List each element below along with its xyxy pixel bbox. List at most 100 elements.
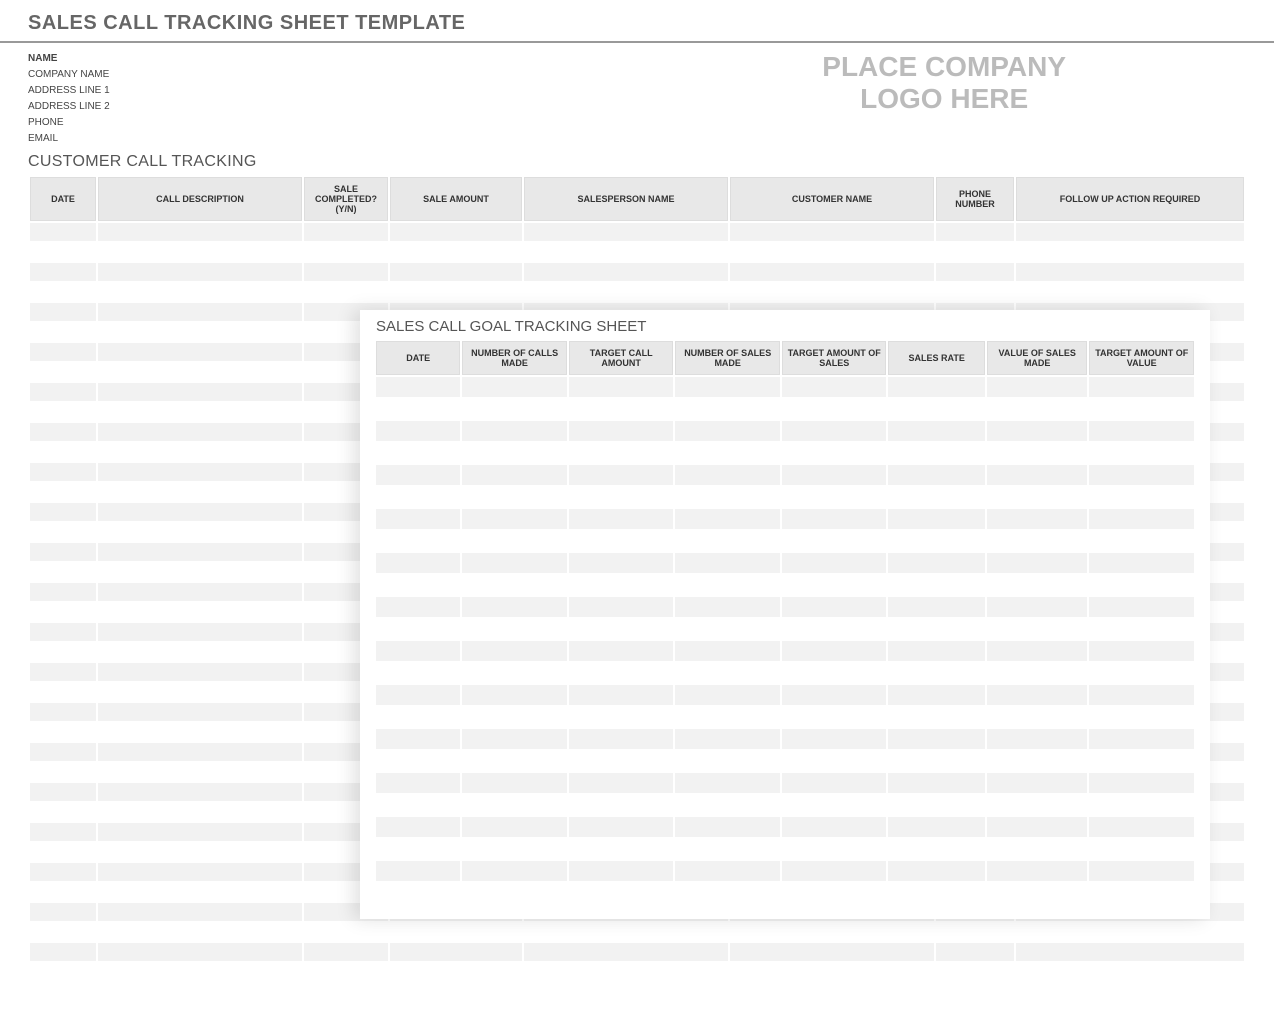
tracking-cell[interactable] bbox=[390, 223, 522, 241]
tracking-cell[interactable] bbox=[98, 583, 302, 601]
goal-cell[interactable] bbox=[462, 883, 567, 903]
tracking-cell[interactable] bbox=[390, 283, 522, 301]
tracking-cell[interactable] bbox=[1016, 223, 1244, 241]
tracking-cell[interactable] bbox=[30, 663, 96, 681]
tracking-cell[interactable] bbox=[30, 783, 96, 801]
goal-cell[interactable] bbox=[675, 597, 780, 617]
tracking-cell[interactable] bbox=[730, 223, 934, 241]
goal-cell[interactable] bbox=[782, 663, 887, 683]
goal-cell[interactable] bbox=[1089, 575, 1194, 595]
goal-cell[interactable] bbox=[376, 707, 460, 727]
tracking-cell[interactable] bbox=[30, 243, 96, 261]
tracking-cell[interactable] bbox=[98, 483, 302, 501]
goal-cell[interactable] bbox=[1089, 663, 1194, 683]
tracking-cell[interactable] bbox=[936, 243, 1014, 261]
tracking-cell[interactable] bbox=[98, 603, 302, 621]
tracking-cell[interactable] bbox=[730, 943, 934, 961]
goal-cell[interactable] bbox=[376, 399, 460, 419]
tracking-cell[interactable] bbox=[98, 343, 302, 361]
goal-cell[interactable] bbox=[1089, 443, 1194, 463]
goal-cell[interactable] bbox=[987, 729, 1088, 749]
goal-cell[interactable] bbox=[462, 487, 567, 507]
goal-cell[interactable] bbox=[675, 575, 780, 595]
tracking-cell[interactable] bbox=[98, 723, 302, 741]
goal-cell[interactable] bbox=[569, 377, 674, 397]
goal-cell[interactable] bbox=[675, 839, 780, 859]
tracking-cell[interactable] bbox=[30, 763, 96, 781]
goal-cell[interactable] bbox=[987, 795, 1088, 815]
goal-cell[interactable] bbox=[462, 707, 567, 727]
tracking-cell[interactable] bbox=[98, 923, 302, 941]
tracking-cell[interactable] bbox=[98, 743, 302, 761]
goal-cell[interactable] bbox=[376, 553, 460, 573]
goal-cell[interactable] bbox=[1089, 421, 1194, 441]
tracking-cell[interactable] bbox=[524, 263, 728, 281]
goal-cell[interactable] bbox=[376, 795, 460, 815]
tracking-cell[interactable] bbox=[30, 623, 96, 641]
tracking-cell[interactable] bbox=[730, 263, 934, 281]
goal-cell[interactable] bbox=[376, 663, 460, 683]
goal-cell[interactable] bbox=[376, 531, 460, 551]
goal-cell[interactable] bbox=[782, 509, 887, 529]
goal-cell[interactable] bbox=[782, 729, 887, 749]
tracking-cell[interactable] bbox=[98, 283, 302, 301]
tracking-cell[interactable] bbox=[30, 943, 96, 961]
tracking-cell[interactable] bbox=[30, 683, 96, 701]
goal-cell[interactable] bbox=[782, 839, 887, 859]
tracking-cell[interactable] bbox=[30, 643, 96, 661]
goal-cell[interactable] bbox=[987, 575, 1088, 595]
tracking-cell[interactable] bbox=[30, 363, 96, 381]
tracking-cell[interactable] bbox=[524, 943, 728, 961]
goal-cell[interactable] bbox=[888, 751, 984, 771]
goal-cell[interactable] bbox=[888, 377, 984, 397]
tracking-cell[interactable] bbox=[98, 763, 302, 781]
goal-cell[interactable] bbox=[888, 707, 984, 727]
goal-cell[interactable] bbox=[569, 619, 674, 639]
goal-cell[interactable] bbox=[1089, 883, 1194, 903]
tracking-cell[interactable] bbox=[30, 803, 96, 821]
tracking-cell[interactable] bbox=[98, 323, 302, 341]
goal-cell[interactable] bbox=[1089, 707, 1194, 727]
tracking-cell[interactable] bbox=[98, 403, 302, 421]
tracking-cell[interactable] bbox=[524, 963, 728, 981]
goal-cell[interactable] bbox=[376, 817, 460, 837]
tracking-cell[interactable] bbox=[304, 223, 388, 241]
goal-cell[interactable] bbox=[376, 861, 460, 881]
goal-cell[interactable] bbox=[782, 377, 887, 397]
goal-cell[interactable] bbox=[462, 729, 567, 749]
goal-cell[interactable] bbox=[888, 729, 984, 749]
goal-cell[interactable] bbox=[675, 509, 780, 529]
goal-cell[interactable] bbox=[782, 707, 887, 727]
goal-cell[interactable] bbox=[987, 663, 1088, 683]
goal-cell[interactable] bbox=[1089, 751, 1194, 771]
goal-cell[interactable] bbox=[888, 773, 984, 793]
goal-cell[interactable] bbox=[888, 795, 984, 815]
tracking-cell[interactable] bbox=[30, 423, 96, 441]
goal-cell[interactable] bbox=[888, 553, 984, 573]
tracking-cell[interactable] bbox=[936, 963, 1014, 981]
goal-cell[interactable] bbox=[569, 795, 674, 815]
goal-cell[interactable] bbox=[782, 685, 887, 705]
goal-cell[interactable] bbox=[569, 553, 674, 573]
goal-cell[interactable] bbox=[888, 575, 984, 595]
goal-cell[interactable] bbox=[987, 861, 1088, 881]
goal-cell[interactable] bbox=[987, 641, 1088, 661]
goal-cell[interactable] bbox=[1089, 641, 1194, 661]
tracking-cell[interactable] bbox=[1016, 243, 1244, 261]
tracking-cell[interactable] bbox=[98, 683, 302, 701]
goal-cell[interactable] bbox=[462, 641, 567, 661]
goal-cell[interactable] bbox=[462, 443, 567, 463]
tracking-cell[interactable] bbox=[98, 383, 302, 401]
goal-cell[interactable] bbox=[675, 795, 780, 815]
goal-cell[interactable] bbox=[675, 487, 780, 507]
tracking-cell[interactable] bbox=[524, 223, 728, 241]
goal-cell[interactable] bbox=[675, 465, 780, 485]
goal-cell[interactable] bbox=[987, 817, 1088, 837]
goal-cell[interactable] bbox=[782, 861, 887, 881]
tracking-cell[interactable] bbox=[98, 843, 302, 861]
tracking-cell[interactable] bbox=[30, 843, 96, 861]
goal-cell[interactable] bbox=[888, 487, 984, 507]
goal-cell[interactable] bbox=[462, 817, 567, 837]
goal-cell[interactable] bbox=[1089, 597, 1194, 617]
goal-cell[interactable] bbox=[462, 399, 567, 419]
